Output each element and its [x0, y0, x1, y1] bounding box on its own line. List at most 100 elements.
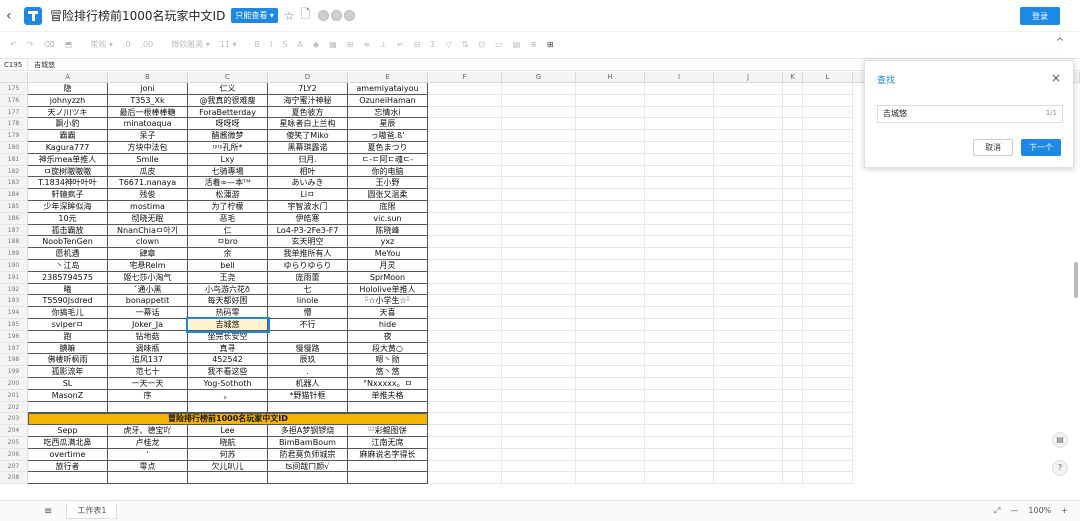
empty-cell[interactable]	[714, 177, 783, 190]
table-cell[interactable]: 懵	[268, 307, 348, 319]
empty-cell[interactable]	[502, 319, 576, 331]
table-cell[interactable]: っ嗷爸.ß'	[348, 130, 428, 142]
borders-icon[interactable]: ▦	[329, 40, 337, 49]
empty-cell[interactable]	[576, 413, 645, 426]
empty-cell[interactable]	[783, 413, 803, 426]
table-cell[interactable]: 旅行者	[28, 460, 108, 473]
table-cell[interactable]: johnyzzh	[28, 94, 108, 107]
table-cell[interactable]: 孤击霸放	[28, 224, 108, 237]
table-cell[interactable]: 曦	[28, 283, 108, 296]
table-cell[interactable]: bonappetit	[108, 295, 188, 308]
empty-cell[interactable]	[803, 460, 853, 473]
empty-cell[interactable]	[428, 354, 502, 367]
table-cell[interactable]: ʦ间哉ㄇ颜√	[268, 460, 348, 473]
empty-cell[interactable]	[803, 401, 853, 414]
table-cell[interactable]: 你搞毛儿	[28, 307, 108, 319]
empty-cell[interactable]	[576, 248, 645, 260]
empty-cell[interactable]	[783, 283, 803, 296]
empty-cell[interactable]	[502, 295, 576, 308]
empty-cell[interactable]	[576, 177, 645, 190]
empty-cell[interactable]	[428, 83, 502, 95]
table-cell[interactable]: clown	[108, 236, 188, 249]
empty-cell[interactable]	[502, 201, 576, 213]
empty-cell[interactable]	[803, 366, 853, 378]
table-cell[interactable]: 残俊	[108, 189, 188, 201]
empty-cell[interactable]	[502, 118, 576, 131]
empty-cell[interactable]	[502, 212, 576, 225]
row-header[interactable]: 193	[0, 295, 28, 308]
table-cell[interactable]: sviperㅁ	[28, 319, 108, 331]
table-cell[interactable]	[268, 330, 348, 343]
table-cell[interactable]: °Nxxxxx。ㅁ	[348, 378, 428, 390]
row-header[interactable]: 207	[0, 460, 28, 473]
empty-cell[interactable]	[803, 354, 853, 367]
table-cell[interactable]: 黑幕琪露诺	[268, 142, 348, 154]
table-cell[interactable]: 玄天明空	[268, 236, 348, 249]
table-cell[interactable]: @我真的很难瘦	[188, 94, 268, 107]
table-cell[interactable]: Lxy	[188, 153, 268, 166]
table-cell[interactable]	[348, 401, 428, 414]
empty-cell[interactable]	[576, 283, 645, 296]
empty-cell[interactable]	[428, 153, 502, 166]
empty-cell[interactable]	[803, 224, 853, 237]
table-cell[interactable]: 调味瓶	[108, 342, 188, 355]
row-header[interactable]: 182	[0, 165, 28, 178]
avatar[interactable]	[331, 10, 343, 21]
table-cell[interactable]: 王小野	[348, 177, 428, 190]
empty-cell[interactable]	[645, 342, 714, 355]
table-cell[interactable]: joni	[108, 83, 188, 95]
empty-cell[interactable]	[502, 271, 576, 284]
table-cell[interactable]: 呀呀呀	[188, 118, 268, 131]
empty-cell[interactable]	[576, 307, 645, 319]
empty-cell[interactable]	[576, 366, 645, 378]
table-cell[interactable]: 神乐mea单推人	[28, 153, 108, 166]
table-cell[interactable]: 小鸟游六花ð	[188, 283, 268, 296]
table-cell[interactable]: 轩辕疯子	[28, 189, 108, 201]
empty-cell[interactable]	[576, 342, 645, 355]
empty-cell[interactable]	[783, 330, 803, 343]
table-cell[interactable]: 嗯丶勋	[348, 354, 428, 367]
empty-cell[interactable]	[428, 389, 502, 402]
table-cell[interactable]: 最后一根棒棒糖	[108, 106, 188, 119]
column-header[interactable]: C	[188, 72, 268, 83]
table-cell[interactable]: SprMoon	[348, 271, 428, 284]
table-cell[interactable]: ᶦᶳᶦᶳ孔所*	[188, 142, 268, 154]
empty-cell[interactable]	[803, 118, 853, 131]
table-cell[interactable]: 一幕话	[108, 307, 188, 319]
table-cell[interactable]: 归月.	[268, 153, 348, 166]
empty-cell[interactable]	[783, 153, 803, 166]
empty-cell[interactable]	[502, 165, 576, 178]
table-cell[interactable]: hide	[348, 319, 428, 331]
table-cell[interactable]: あいみき	[268, 177, 348, 190]
align-vertical-icon[interactable]: ⊥	[380, 40, 387, 49]
empty-cell[interactable]	[783, 342, 803, 355]
row-header[interactable]: 178	[0, 118, 28, 131]
row-header[interactable]: 185	[0, 201, 28, 213]
empty-cell[interactable]	[783, 106, 803, 119]
table-cell[interactable]: 我单推所有人	[268, 248, 348, 260]
empty-cell[interactable]	[783, 307, 803, 319]
table-cell[interactable]: 每天都好困	[188, 295, 268, 308]
table-cell[interactable]: linole	[268, 295, 348, 308]
empty-cell[interactable]	[645, 189, 714, 201]
chart-icon[interactable]: ▭	[495, 40, 503, 49]
row-header[interactable]: 189	[0, 248, 28, 260]
table-cell[interactable]: 虎牙、德宝吖	[108, 425, 188, 437]
table-cell[interactable]: ForaBetterday	[188, 106, 268, 119]
table-cell[interactable]: Hololive单推人	[348, 283, 428, 296]
empty-cell[interactable]	[803, 342, 853, 355]
table-cell[interactable]: vic.sun	[348, 212, 428, 225]
empty-cell[interactable]	[576, 354, 645, 367]
empty-cell[interactable]	[428, 283, 502, 296]
row-header[interactable]: 196	[0, 330, 28, 343]
table-cell[interactable]: 你的电脑	[348, 165, 428, 178]
table-cell[interactable]: 天ノ川ツキ	[28, 106, 108, 119]
empty-cell[interactable]	[428, 130, 502, 142]
empty-cell[interactable]	[576, 94, 645, 107]
empty-cell[interactable]	[714, 224, 783, 237]
select-all-corner[interactable]	[0, 72, 28, 83]
empty-cell[interactable]	[803, 389, 853, 402]
empty-cell[interactable]	[428, 94, 502, 107]
italic-button[interactable]: I	[270, 40, 272, 49]
table-cell[interactable]: 跑	[28, 330, 108, 343]
